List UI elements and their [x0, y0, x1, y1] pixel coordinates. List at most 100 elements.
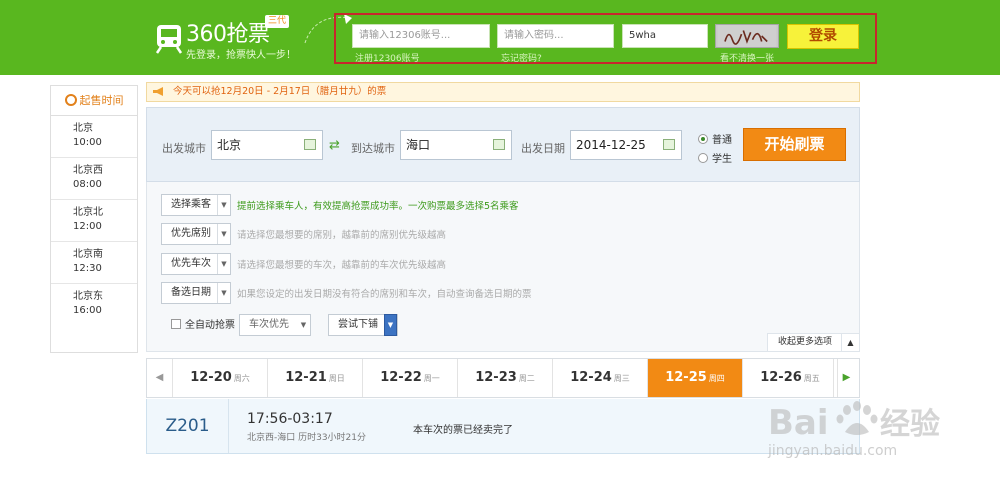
svg-text:Bai: Bai [768, 403, 829, 443]
sidebar-item: 北京北 12:00 [51, 200, 137, 242]
radio-selected-icon[interactable] [698, 134, 708, 144]
dropdown-arrow-icon[interactable]: ▼ [217, 254, 230, 274]
date-tab[interactable]: 12-21 周日 [268, 359, 363, 397]
train-logo-icon [155, 25, 183, 54]
dropdown-arrow-icon[interactable]: ▼ [217, 224, 230, 244]
option-hint: 提前选择乘车人，有效提高抢票成功率。一次购票最多选择5名乘客 [237, 201, 519, 212]
sale-time: 12:30 [73, 263, 102, 274]
to-city-input[interactable]: 海口 [400, 130, 512, 160]
dropdown-arrow-icon[interactable]: ▼ [217, 195, 230, 215]
tab-weekday: 周四 [708, 374, 725, 383]
tab-date: 12-23 [475, 370, 517, 385]
header: 360抢票 三代 先登录，抢票快人一步！ 请输入12306账号... 注册123… [0, 0, 1000, 75]
select-value: 车次优先 [249, 319, 289, 330]
sidebar-item: 北京 10:00 [51, 116, 137, 158]
sidebar-item: 北京南 12:30 [51, 242, 137, 284]
date-tab[interactable]: 12-22 周一 [363, 359, 458, 397]
city-picker-icon[interactable] [304, 139, 316, 150]
berth-select[interactable]: 尝试下铺 ▼ [328, 314, 398, 336]
register-link[interactable]: 注册12306账号 [355, 51, 420, 64]
priority-select[interactable]: 车次优先 ▼ [239, 314, 311, 336]
date-tab-active[interactable]: 12-25 周四 [648, 359, 743, 397]
from-city-value: 北京 [217, 138, 242, 152]
train-code: Z201 [147, 399, 229, 453]
tab-date: 12-20 [190, 370, 232, 385]
to-city-value: 海口 [406, 138, 431, 152]
from-city-label: 出发城市 [162, 142, 206, 155]
sidebar-header: 起售时间 [51, 86, 137, 116]
dropdown-arrow-icon[interactable]: ▼ [297, 315, 310, 335]
station-name: 北京西 [73, 165, 103, 176]
date-tab[interactable]: 12-24 周三 [553, 359, 648, 397]
station-name: 北京 [73, 123, 93, 134]
sale-time: 16:00 [73, 305, 102, 316]
tab-date: 12-22 [380, 370, 422, 385]
sidebar-item: 北京西 08:00 [51, 158, 137, 200]
option-button-label: 优先席别 [171, 228, 211, 239]
notice-text: 今天可以抢12月20日 - 2月17日（腊月廿九）的票 [173, 86, 387, 97]
start-refresh-button[interactable]: 开始刷票 [743, 128, 846, 161]
option-hint: 请选择您最想要的车次，越靠前的车次优先级越高 [237, 260, 447, 271]
from-city-input[interactable]: 北京 [211, 130, 323, 160]
date-tab[interactable]: 12-20 周六 [173, 359, 268, 397]
train-result-row[interactable]: Z201 17:56-03:17 北京西-海口 历时33小时21分 本车次的票已… [146, 399, 860, 454]
option-button-label: 优先车次 [171, 258, 211, 269]
seat-priority-button[interactable]: 优先席别 ▼ [161, 223, 231, 245]
train-time: 17:56-03:17 [247, 411, 333, 427]
option-hint: 请选择您最想要的席别，越靠前的席别优先级越高 [237, 230, 447, 241]
brand-title: 360抢票 [186, 22, 270, 47]
sidebar-item: 北京东 16:00 [51, 284, 137, 326]
tab-date: 12-26 [760, 370, 802, 385]
radio-student-ticket[interactable]: 学生 [698, 150, 732, 165]
sale-time: 08:00 [73, 179, 102, 190]
dropdown-arrow-icon[interactable]: ▼ [217, 283, 230, 303]
notice-banner: 今天可以抢12月20日 - 2月17日（腊月廿九）的票 [146, 82, 860, 102]
tab-date: 12-21 [285, 370, 327, 385]
swap-cities-icon[interactable]: ⇄ [329, 138, 340, 153]
station-name: 北京南 [73, 249, 103, 260]
chevron-up-icon[interactable]: ▲ [841, 334, 859, 351]
megaphone-icon [153, 87, 163, 96]
checkbox-icon[interactable] [171, 319, 181, 329]
captcha-image[interactable] [715, 24, 779, 48]
tab-weekday: 周日 [328, 374, 345, 383]
date-tab-bar: ◀ 12-20 周六 12-21 周日 12-22 周一 12-23 周二 12-24 周… [146, 358, 860, 398]
station-name: 北京东 [73, 291, 103, 302]
select-value: 尝试下铺 [338, 319, 378, 330]
search-panel: 出发城市 北京 ⇄ 到达城市 海口 出发日期 2014-12-25 普通 学生 … [146, 107, 860, 182]
date-label: 出发日期 [521, 142, 565, 155]
train-status: 本车次的票已经卖完了 [413, 425, 513, 436]
radio-icon[interactable] [698, 153, 708, 163]
version-badge: 三代 [265, 15, 290, 28]
train-priority-button[interactable]: 优先车次 ▼ [161, 253, 231, 275]
password-input[interactable]: 请输入密码... [497, 24, 614, 48]
collapse-options-link[interactable]: 收起更多选项 ▲ [767, 333, 859, 351]
dropdown-arrow-icon[interactable]: ▼ [384, 314, 397, 336]
refresh-captcha-link[interactable]: 看不清换一张 [720, 51, 774, 64]
radio-label: 普通 [712, 135, 732, 146]
sale-time: 10:00 [73, 137, 102, 148]
option-button-label: 选择乘客 [171, 199, 211, 210]
auto-grab-checkbox[interactable]: 全自动抢票 [171, 316, 235, 331]
radio-label: 学生 [712, 154, 732, 165]
prev-dates-arrow-icon[interactable]: ◀ [147, 359, 173, 397]
login-button[interactable]: 登录 [787, 24, 859, 49]
forgot-password-link[interactable]: 忘记密码? [501, 51, 542, 64]
calendar-icon[interactable] [663, 139, 675, 150]
tab-weekday: 周五 [803, 374, 820, 383]
date-input[interactable]: 2014-12-25 [570, 130, 682, 160]
brand-slogan: 先登录，抢票快人一步！ [186, 50, 296, 61]
city-picker-icon[interactable] [493, 139, 505, 150]
watermark-url: jingyan.baidu.com [768, 443, 898, 459]
select-passenger-button[interactable]: 选择乘客 ▼ [161, 194, 231, 216]
captcha-input[interactable]: 5wha [622, 24, 708, 48]
option-hint: 如果您设定的出发日期没有符合的席别和车次，自动查询备选日期的票 [237, 289, 532, 300]
collapse-label: 收起更多选项 [778, 337, 833, 347]
clock-icon [64, 94, 77, 106]
date-tab[interactable]: 12-23 周二 [458, 359, 553, 397]
username-input[interactable]: 请输入12306账号... [352, 24, 490, 48]
option-button-label: 备选日期 [171, 287, 211, 298]
backup-date-button[interactable]: 备选日期 ▼ [161, 282, 231, 304]
radio-normal-ticket[interactable]: 普通 [698, 131, 732, 146]
tab-date: 12-25 [665, 370, 707, 385]
